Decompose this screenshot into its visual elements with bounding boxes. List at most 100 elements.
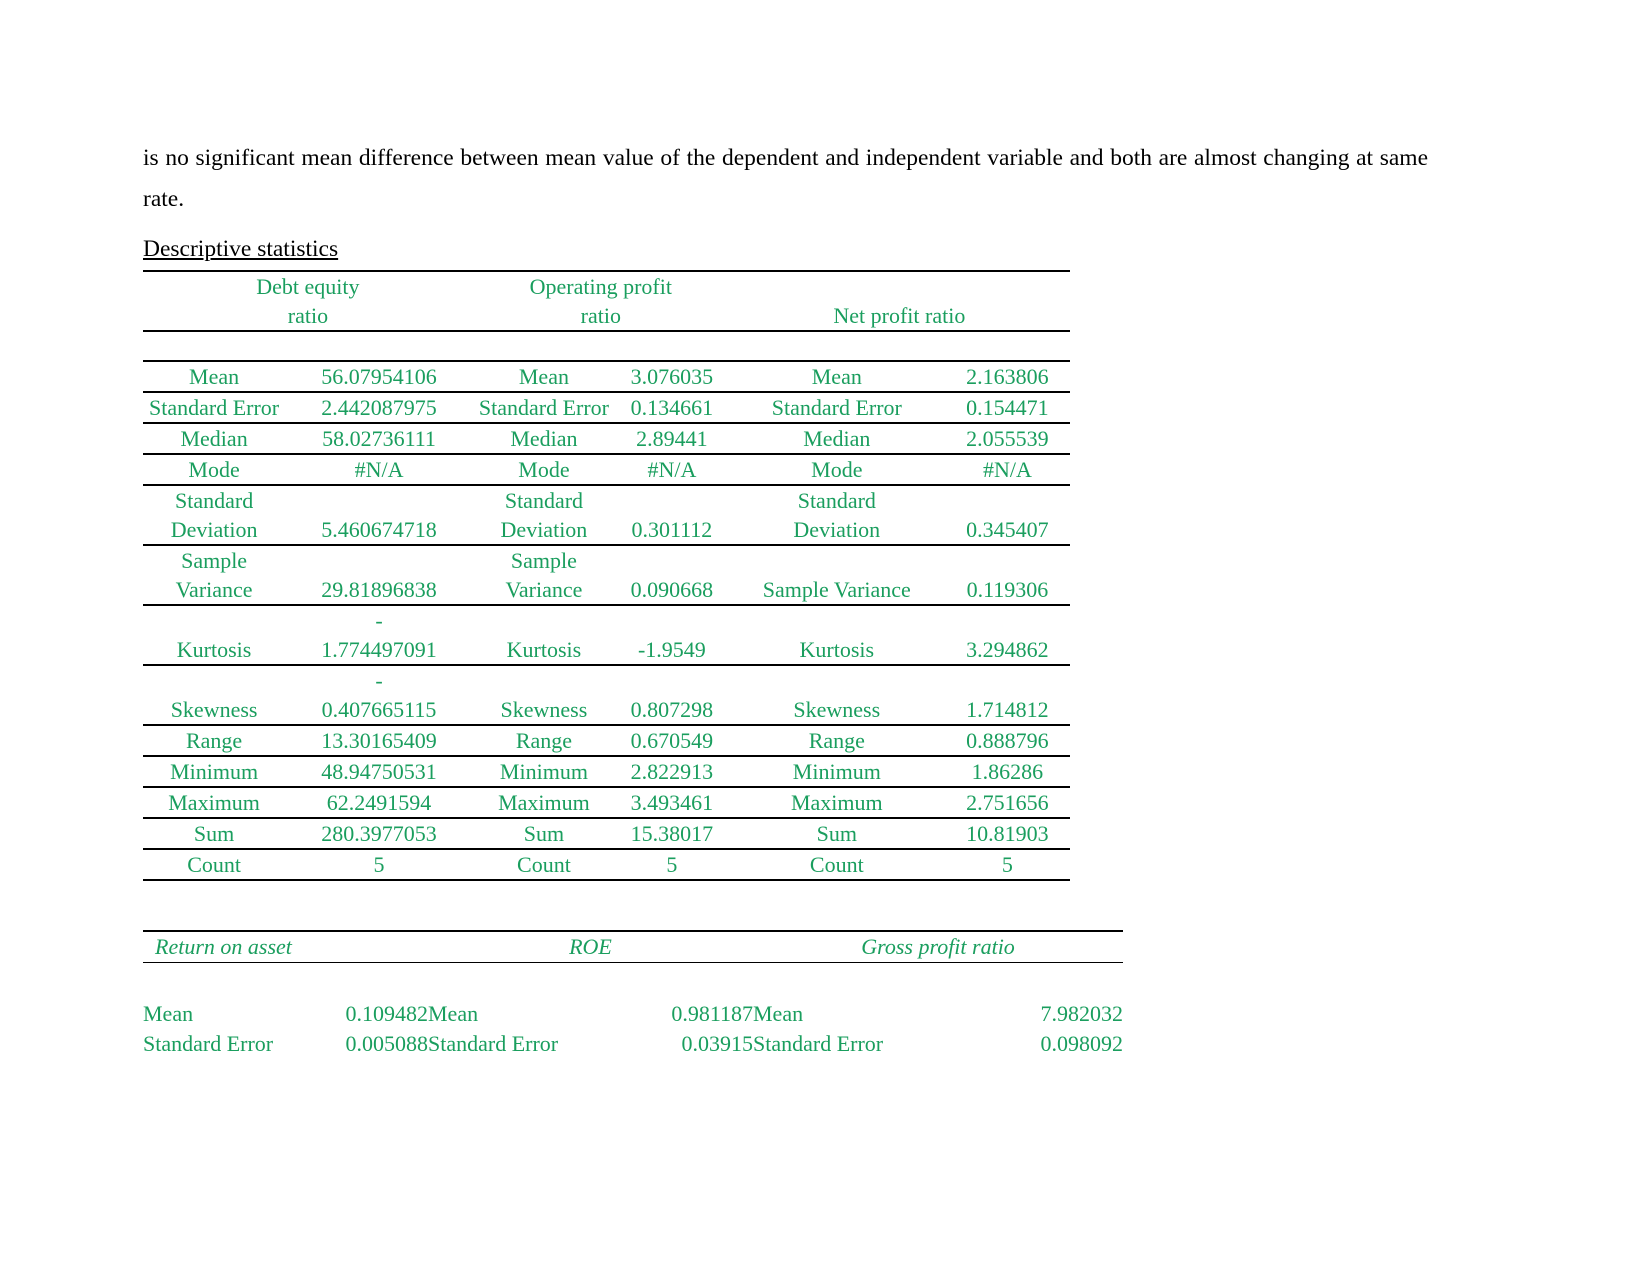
stat-value: 0.888796 — [944, 725, 1070, 757]
stat-label: Range — [728, 725, 945, 757]
stat-label: Median — [728, 423, 945, 455]
stat-value: 0.345407 — [944, 485, 1070, 546]
stat-label: Minimum — [143, 756, 286, 788]
stat-value: 0.981187 — [671, 1001, 753, 1026]
header-line-1: Debt equity — [256, 274, 360, 299]
document-page: is no significant mean difference betwee… — [0, 0, 1650, 1275]
stat-label: Mean — [143, 361, 286, 393]
stat-label: Mode — [472, 454, 616, 486]
stat-label: Mean — [472, 361, 616, 393]
stat-label-line-1: Sample — [510, 548, 577, 573]
stat-label: Minimum — [728, 756, 945, 788]
column-header-net-profit-ratio: Net profit ratio — [728, 270, 1070, 332]
stat-value: 29.81896838 — [285, 545, 473, 606]
stat-value: 2.89441 — [615, 423, 729, 455]
column-header-gross-profit-ratio: Gross profit ratio — [753, 930, 1123, 963]
stat-value: 62.2491594 — [285, 787, 473, 819]
stat-label-text: Kurtosis — [176, 637, 252, 662]
stat-label: Sum — [472, 818, 616, 850]
spacer-cell — [285, 331, 473, 362]
stat-label: Skewness — [472, 665, 616, 726]
table-row: Mean 56.07954106 Mean 3.076035 Mean 2.16… — [143, 361, 1070, 393]
spacer-cell — [428, 963, 643, 1000]
stat-label: Mean — [428, 1001, 479, 1026]
table-row: Skewness - 0.407665115 Skewness 0.807298… — [143, 665, 1070, 726]
header-line-1: Operating profit — [529, 274, 672, 299]
header-line-2: ratio — [287, 303, 329, 328]
ratio-table-spacer-row — [143, 963, 1123, 1000]
column-header-operating-profit-ratio: Operating profit ratio — [472, 270, 729, 332]
stat-label: Count — [472, 849, 616, 881]
stat-value: 2.163806 — [944, 361, 1070, 393]
stat-value: 2.442087975 — [285, 392, 473, 424]
stat-value: 0.119306 — [944, 545, 1070, 606]
stat-label: Median — [472, 423, 616, 455]
stat-value: 48.94750531 — [285, 756, 473, 788]
stat-label: Mean — [753, 1001, 804, 1026]
table-row: Standard Error 2.442087975 Standard Erro… — [143, 392, 1070, 424]
stat-value: 2.055539 — [944, 423, 1070, 455]
stat-value: 0.03915 — [681, 1031, 754, 1056]
stat-label: Kurtosis — [472, 605, 616, 666]
stat-label: Count — [143, 849, 286, 881]
body-paragraph: is no significant mean difference betwee… — [143, 145, 1428, 212]
stat-value: 280.3977053 — [285, 818, 473, 850]
stat-label: Standard Error — [143, 392, 286, 424]
table-row: Count 5 Count 5 Count 5 — [143, 849, 1070, 881]
stat-label: Mean — [728, 361, 945, 393]
ratio-statistics-table: Return on asset ROE Gross profit ratio M… — [143, 930, 1123, 1059]
stat-value: 0.807298 — [615, 665, 729, 726]
stat-label-line-2: Variance — [505, 577, 583, 602]
stat-label-line-1: Standard — [797, 488, 876, 513]
stat-value: 7.982032 — [1040, 1001, 1124, 1026]
stat-label: Maximum — [728, 787, 945, 819]
table-row: Minimum 48.94750531 Minimum 2.822913 Min… — [143, 756, 1070, 788]
stat-value: 2.751656 — [944, 787, 1070, 819]
spacer-cell — [318, 963, 428, 1000]
stat-label-line-1: Sample — [181, 548, 248, 573]
stat-value: 5 — [944, 849, 1070, 881]
stat-label: Sample Variance — [143, 545, 286, 606]
body-paragraph-block: is no significant mean difference betwee… — [143, 138, 1428, 220]
stat-value: 0.005088 — [345, 1031, 429, 1056]
stat-value: 3.493461 — [615, 787, 729, 819]
stat-value: 3.294862 — [944, 605, 1070, 666]
spacer-cell — [944, 331, 1070, 362]
stat-label: Standard Deviation — [143, 485, 286, 546]
stat-label: Mean — [143, 1001, 194, 1026]
stat-label: Sum — [728, 818, 945, 850]
stat-value: 2.822913 — [615, 756, 729, 788]
stat-label-line-1: Standard — [504, 488, 584, 513]
stat-value: 0.098092 — [1040, 1031, 1124, 1056]
table-row: Median 58.02736111 Median 2.89441 Median… — [143, 423, 1070, 455]
stat-label-line-2: Deviation — [500, 517, 588, 542]
table-row: Mean 0.109482 Mean 0.981187 Mean 7.98203… — [143, 999, 1123, 1029]
stat-label-line-2: Deviation — [793, 517, 881, 542]
stat-value: 58.02736111 — [285, 423, 473, 455]
stat-label: Skewness — [728, 665, 945, 726]
stat-label: Mode — [728, 454, 945, 486]
stat-label: Sample Variance — [728, 545, 945, 606]
spacer-cell — [615, 331, 729, 362]
table-row: Sample Variance 29.81896838 Sample Varia… — [143, 545, 1070, 606]
column-header-return-on-asset: Return on asset — [143, 930, 428, 963]
stat-value: 5.460674718 — [285, 485, 473, 546]
stat-label: Mode — [143, 454, 286, 486]
stat-label-line-2: Deviation — [170, 517, 258, 542]
stat-value: #N/A — [615, 454, 729, 486]
stat-label: Standard Error — [472, 392, 616, 424]
stat-value: 0.670549 — [615, 725, 729, 757]
table-spacer-row — [143, 331, 1070, 362]
stat-value: #N/A — [944, 454, 1070, 486]
table-row: Kurtosis - 1.774497091 Kurtosis -1.9549 … — [143, 605, 1070, 666]
stat-label-line-2: Variance — [175, 577, 253, 602]
header-line-1: Net profit ratio — [833, 303, 966, 328]
stat-label: Range — [472, 725, 616, 757]
table-row: Standard Error 0.005088 Standard Error 0… — [143, 1029, 1123, 1059]
stat-label: Standard Error — [143, 1031, 274, 1056]
stat-label: Standard Deviation — [472, 485, 616, 546]
stat-value: 10.81903 — [944, 818, 1070, 850]
stat-label: Range — [143, 725, 286, 757]
table-row: Range 13.30165409 Range 0.670549 Range 0… — [143, 725, 1070, 757]
table-row: Maximum 62.2491594 Maximum 3.493461 Maxi… — [143, 787, 1070, 819]
